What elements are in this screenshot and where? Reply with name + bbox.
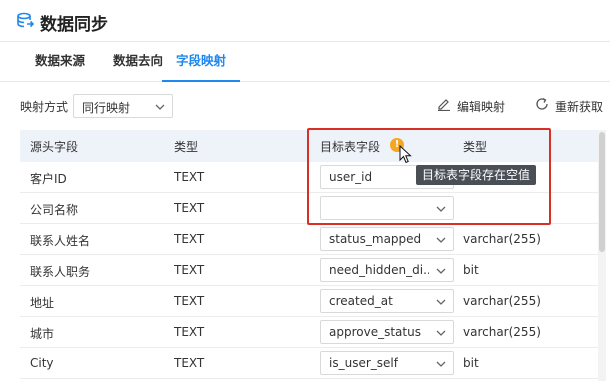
source-field-cell: 公司名称 [30,203,79,217]
table-row: 公司名称 TEXT [20,193,598,224]
table-row: City TEXT is_user_self bit [20,348,598,379]
scrollbar-thumb[interactable] [599,132,605,252]
chevron-down-icon [155,104,165,110]
mapping-toolbar: 映射方式 同行映射 编辑映射 重新获取 [0,90,610,122]
target-type-cell: bit [463,356,479,370]
target-field-value: user_id [329,170,373,184]
chevron-down-icon [436,268,446,274]
edit-mapping-button[interactable]: 编辑映射 [437,96,507,116]
source-type-cell: TEXT [174,356,205,370]
source-type-cell: TEXT [174,325,205,339]
mapping-mode-select[interactable]: 同行映射 [73,94,173,118]
mouse-cursor-icon [399,145,412,164]
table-scrollbar[interactable] [598,130,606,381]
warning-tooltip: 目标表字段存在空值 [416,165,537,185]
edit-icon [438,99,450,111]
refetch-button[interactable]: 重新获取 [535,96,607,116]
chevron-down-icon [436,206,446,212]
page-title: 数据同步 [40,15,108,35]
target-type-cell: varchar(255) [463,325,541,339]
mapping-mode-label: 映射方式 [20,100,69,114]
source-type-cell: TEXT [174,170,205,184]
chevron-down-icon [436,330,446,336]
tab-data-destination[interactable]: 数据去向 [113,42,163,82]
tab-data-source[interactable]: 数据来源 [35,42,85,82]
target-field-value: status_mapped [329,232,422,246]
target-type-cell: varchar(255) [463,294,541,308]
tab-bar: 数据来源 数据去向 字段映射 [0,42,610,82]
source-field-cell: City [30,356,54,370]
target-field-select[interactable]: approve_status [320,320,454,344]
target-field-select[interactable]: is_user_self [320,351,454,375]
chevron-down-icon [436,237,446,243]
target-field-value: is_user_self [329,356,398,370]
target-field-value: approve_status [329,325,421,339]
source-field-cell: 联系人职务 [30,265,91,279]
table-row: 联系人职务 TEXT need_hidden_di... bit [20,255,598,286]
column-header-target-type: 类型 [463,140,488,154]
target-field-select[interactable]: status_mapped [320,227,454,251]
refresh-icon [536,97,548,110]
column-header-source-type: 类型 [174,140,199,154]
tab-field-mapping[interactable]: 字段映射 [162,42,241,82]
table-row: 联系人姓名 TEXT status_mapped varchar(255) [20,224,598,255]
source-field-cell: 城市 [30,327,55,341]
edit-mapping-label: 编辑映射 [457,100,506,114]
source-field-cell: 地址 [30,296,55,310]
target-type-cell: varchar(255) [463,232,541,246]
table-row: 地址 TEXT created_at varchar(255) [20,286,598,317]
target-type-cell: bit [463,263,479,277]
target-field-select[interactable]: created_at [320,289,454,313]
source-type-cell: TEXT [174,263,205,277]
target-field-select[interactable] [320,196,454,220]
target-field-select[interactable]: need_hidden_di... [320,258,454,282]
source-type-cell: TEXT [174,201,205,215]
source-type-cell: TEXT [174,232,205,246]
chevron-down-icon [436,299,446,305]
target-field-value: created_at [329,294,393,308]
column-header-target-field: 目标表字段 [320,140,381,154]
source-field-cell: 联系人姓名 [30,234,91,248]
source-type-cell: TEXT [174,294,205,308]
column-header-source-field: 源头字段 [30,140,79,154]
mapping-mode-value: 同行映射 [82,101,131,115]
source-field-cell: 客户ID [30,172,67,186]
data-sync-icon [17,12,34,28]
table-row: 城市 TEXT approve_status varchar(255) [20,317,598,348]
target-field-value: need_hidden_di... [329,263,429,277]
chevron-down-icon [436,361,446,367]
page-header: 数据同步 [0,0,610,42]
refetch-label: 重新获取 [555,100,604,114]
table-header: 源头字段 类型 目标表字段 类型 [20,130,598,162]
